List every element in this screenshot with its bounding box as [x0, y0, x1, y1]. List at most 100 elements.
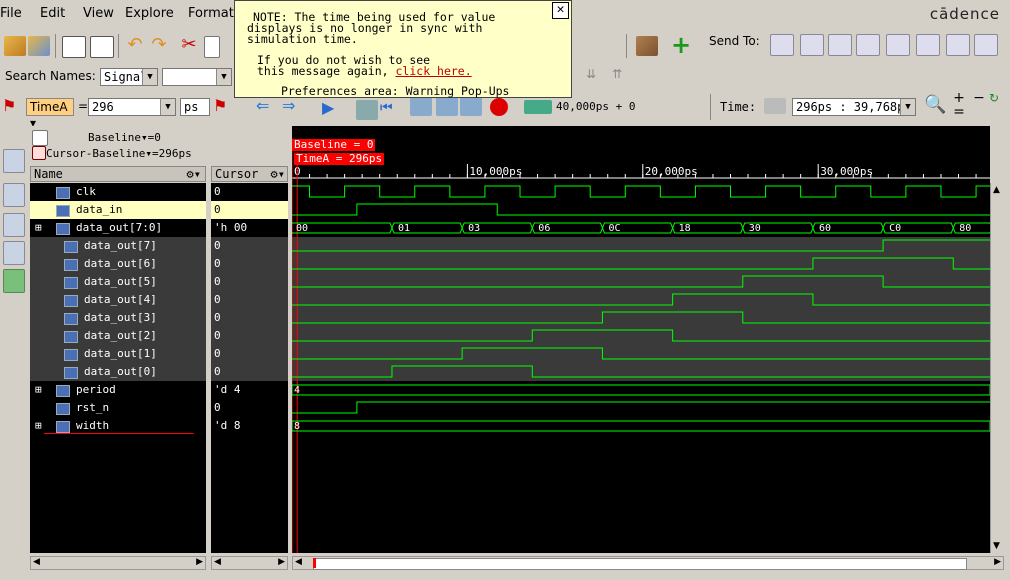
waveform-hscrollbar[interactable]: ◀ ▶ — [292, 556, 1004, 570]
signal-row[interactable]: clk — [30, 183, 206, 201]
browser-icon[interactable] — [28, 36, 50, 56]
step-over-icon[interactable] — [436, 96, 458, 116]
cursor-value[interactable]: 0 — [211, 183, 288, 201]
signal-row[interactable]: rst_n — [30, 399, 206, 417]
expand-icon[interactable]: ⊞ — [35, 381, 42, 399]
zoom-minus-icon[interactable]: − — [972, 91, 986, 112]
signal-row[interactable]: data_out[2] — [30, 327, 206, 345]
expand-icon[interactable]: ⊞ — [35, 417, 42, 435]
baseline-marker-label[interactable]: Baseline = 0 — [292, 139, 376, 151]
cursor-value[interactable]: 0 — [211, 273, 288, 291]
zoom-icon[interactable]: 🔍 — [924, 96, 946, 116]
search-prev-icon[interactable]: ⇈ — [612, 67, 634, 87]
cursor-value[interactable]: 'd 4 — [211, 381, 288, 399]
step-icon[interactable] — [356, 100, 378, 120]
signal-row[interactable]: data_out[4] — [30, 291, 206, 309]
cursor-baseline-field[interactable]: Cursor-Baseline▾=296ps — [46, 147, 192, 160]
waveform-canvas[interactable]: 010,000ps20,000ps30,000ps000103060C18306… — [292, 126, 990, 553]
step-into-icon[interactable] — [410, 96, 432, 116]
cursor-time-input[interactable]: 296 ▼ — [88, 98, 176, 116]
step-out-icon[interactable] — [460, 96, 482, 116]
send-register-icon[interactable] — [886, 34, 910, 56]
cursor-value[interactable]: 'd 8 — [211, 417, 288, 435]
baseline-field[interactable]: Baseline▾=0 — [88, 131, 161, 144]
new-window-icon[interactable] — [62, 36, 86, 58]
send-memory-icon[interactable] — [946, 34, 970, 56]
send-calculator-icon[interactable] — [974, 34, 998, 56]
next-edge-icon[interactable]: ⇒ — [282, 98, 304, 118]
cursor-value[interactable]: 'h 00 — [211, 219, 288, 237]
copy-icon[interactable] — [204, 36, 220, 58]
waveform-pane[interactable]: 010,000ps20,000ps30,000ps000103060C18306… — [292, 126, 990, 553]
cursor-hscrollbar[interactable]: ◀ ▶ — [211, 556, 288, 570]
package-icon[interactable] — [636, 36, 658, 56]
cursor-value[interactable]: 0 — [211, 363, 288, 381]
cursor-select[interactable]: TimeA ▾ — [26, 98, 74, 130]
menu-edit[interactable]: Edit — [40, 6, 65, 21]
send-source-icon[interactable] — [828, 34, 852, 56]
menu-view[interactable]: View — [83, 6, 114, 21]
scroll-left-icon[interactable]: ◀ — [33, 557, 40, 567]
search-input[interactable]: ▼ — [162, 68, 232, 86]
scroll-up-icon[interactable]: ▲ — [993, 185, 1000, 195]
signal-row[interactable]: data_out[6] — [30, 255, 206, 273]
scroll-down-icon[interactable]: ▼ — [993, 541, 1000, 551]
flag-icon[interactable]: ⚑ — [2, 96, 24, 116]
cursor-value[interactable]: 0 — [211, 237, 288, 255]
cut-icon[interactable]: ✂ — [178, 36, 200, 56]
signal-row[interactable]: ⊞ data_out[7:0] — [30, 219, 206, 237]
search-type-select[interactable]: Signal ▼ — [100, 68, 158, 86]
scroll-left-icon[interactable]: ◀ — [295, 557, 302, 567]
cursor-flag-icon[interactable]: ⚑ — [213, 96, 235, 116]
menu-file[interactable]: File — [0, 6, 22, 21]
timea-marker-label[interactable]: TimeA = 296ps — [294, 153, 385, 165]
scroll-thumb[interactable] — [313, 558, 967, 570]
redo-icon[interactable]: ↷ — [148, 36, 170, 56]
send-schematic-icon[interactable] — [856, 34, 880, 56]
run-icon[interactable]: ▶ — [322, 100, 344, 120]
send-design-browser-icon[interactable] — [770, 34, 794, 56]
stop-icon[interactable] — [490, 98, 508, 116]
strip-tool-4-icon[interactable] — [3, 241, 25, 265]
signal-row[interactable]: data_in — [30, 201, 206, 219]
time-range-icon[interactable] — [764, 98, 786, 114]
strip-tool-1-icon[interactable] — [3, 149, 25, 173]
names-hscrollbar[interactable]: ◀ ▶ — [30, 556, 206, 570]
windows-icon[interactable] — [90, 36, 114, 58]
gear-icon[interactable]: ⚙▾ — [271, 167, 285, 181]
cursor-value[interactable]: 0 — [211, 255, 288, 273]
send-table-icon[interactable] — [916, 34, 940, 56]
time-range-input[interactable]: 296ps : 39,768ps ▼ — [792, 98, 916, 116]
signal-row[interactable]: data_out[7] — [30, 237, 206, 255]
popup-click-here-link[interactable]: click here. — [396, 64, 472, 78]
cursor-value[interactable]: 0 — [211, 345, 288, 363]
add-icon[interactable]: + — [670, 33, 692, 57]
strip-tool-2-icon[interactable] — [3, 183, 25, 207]
scroll-right-icon[interactable]: ▶ — [994, 557, 1001, 567]
undo-icon[interactable]: ↶ — [124, 36, 146, 56]
hierarchy-icon[interactable] — [4, 36, 26, 56]
scroll-right-icon[interactable]: ▶ — [196, 557, 203, 567]
time-units-select[interactable]: ps — [180, 98, 210, 116]
signal-row[interactable]: ⊞ period — [30, 381, 206, 399]
scroll-right-icon[interactable]: ▶ — [278, 557, 285, 567]
cursor-column-header[interactable]: Cursor ⚙▾ — [211, 166, 288, 182]
scroll-left-icon[interactable]: ◀ — [214, 557, 221, 567]
search-next-icon[interactable]: ⇊ — [586, 67, 608, 87]
expand-icon[interactable]: ⊞ — [35, 219, 42, 237]
strip-tool-5-icon[interactable] — [3, 269, 25, 293]
signal-names-pane[interactable]: clk data_in ⊞ data_out[7:0] data_out[7] data_… — [30, 183, 206, 553]
prev-edge-icon[interactable]: ⇐ — [256, 98, 278, 118]
send-waveform-icon[interactable] — [800, 34, 824, 56]
strip-tool-3-icon[interactable] — [3, 213, 25, 237]
cursor-value[interactable]: 0 — [211, 291, 288, 309]
menu-explore[interactable]: Explore — [125, 6, 174, 21]
signal-row[interactable]: data_out[5] — [30, 273, 206, 291]
cursor-value[interactable]: 0 — [211, 327, 288, 345]
signal-row[interactable]: data_out[0] — [30, 363, 206, 381]
cursor-value[interactable]: 0 — [211, 201, 288, 219]
cursor-value[interactable]: 0 — [211, 399, 288, 417]
cursor-value[interactable]: 0 — [211, 309, 288, 327]
rewind-icon[interactable]: ⏮ — [380, 100, 402, 120]
cursor-values-pane[interactable]: 0 0'h 00 0 0 0 0 0 0 0 0'd 4 0'd 8 — [211, 183, 288, 553]
